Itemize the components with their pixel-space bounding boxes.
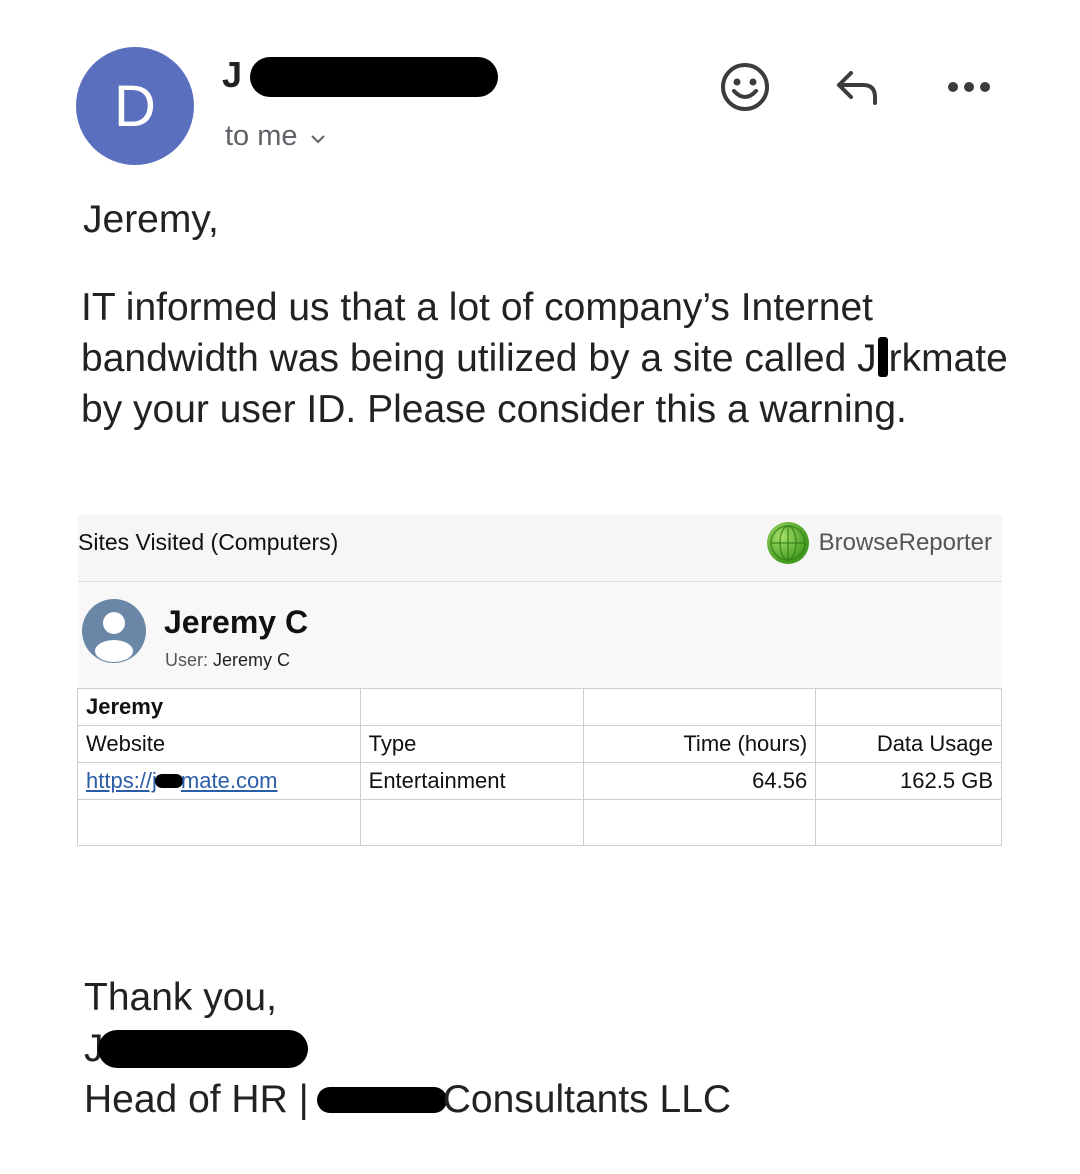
sender-name-redaction bbox=[250, 57, 498, 97]
table-empty-row bbox=[77, 799, 1002, 846]
user-name: Jeremy C bbox=[164, 604, 309, 640]
column-header: Website bbox=[77, 725, 361, 763]
emoji-reaction-button[interactable] bbox=[710, 52, 780, 122]
table-header-row: Website Type Time (hours) Data Usage bbox=[77, 725, 1002, 763]
signature: Thank you, J Head of HR | Consultants LL… bbox=[84, 972, 731, 1125]
website-link[interactable]: https://j mate.com bbox=[86, 768, 278, 793]
sender-name: J bbox=[222, 54, 243, 95]
chevron-down-icon bbox=[310, 120, 326, 153]
greeting: Jeremy, bbox=[83, 198, 219, 241]
table-group-row: Jeremy bbox=[77, 688, 1002, 726]
signature-title: Head of HR | Consultants LLC bbox=[84, 1078, 732, 1121]
message-body: IT informed us that a lot of company’s I… bbox=[81, 286, 1008, 431]
user-detail: User: Jeremy C bbox=[165, 650, 291, 670]
globe-icon bbox=[766, 522, 809, 564]
reply-button[interactable] bbox=[822, 52, 892, 122]
redaction-mark bbox=[877, 337, 888, 377]
table-row: https://j mate.com Entertainment 64.56 16… bbox=[77, 762, 1002, 800]
group-label: Jeremy bbox=[77, 688, 361, 726]
company-name-redaction bbox=[316, 1086, 447, 1113]
reply-icon bbox=[837, 71, 877, 105]
data-usage-cell: 162.5 GB bbox=[815, 762, 1002, 800]
more-options-button[interactable] bbox=[934, 52, 1004, 122]
website-cell: https://j mate.com bbox=[77, 762, 361, 800]
emoji-icon bbox=[721, 63, 769, 111]
sender-avatar[interactable]: D bbox=[76, 47, 194, 165]
sites-table: Jeremy Website Type Time (hours) Data Us… bbox=[77, 688, 1002, 846]
signature-name: J bbox=[84, 1023, 731, 1074]
report-header: Sites Visited (Computers) BrowseReporter bbox=[78, 515, 1002, 582]
brand: BrowseReporter bbox=[766, 522, 992, 564]
report-user: Jeremy C User: Jeremy C bbox=[78, 582, 1002, 688]
time-cell: 64.56 bbox=[583, 762, 817, 800]
user-avatar-icon bbox=[82, 599, 146, 663]
type-cell: Entertainment bbox=[359, 762, 585, 800]
more-icon bbox=[948, 82, 990, 92]
column-header: Time (hours) bbox=[583, 725, 817, 763]
closing: Thank you, bbox=[84, 976, 277, 1019]
recipient-toggle[interactable]: to me bbox=[225, 120, 326, 153]
brand-name: BrowseReporter bbox=[818, 529, 992, 556]
redaction-mark bbox=[154, 774, 183, 788]
column-header: Data Usage bbox=[815, 725, 1002, 763]
signature-name-redaction bbox=[97, 1029, 308, 1068]
column-header: Type bbox=[359, 725, 585, 763]
recipient-label: to me bbox=[225, 120, 298, 152]
report-title: Sites Visited (Computers) bbox=[78, 529, 339, 555]
